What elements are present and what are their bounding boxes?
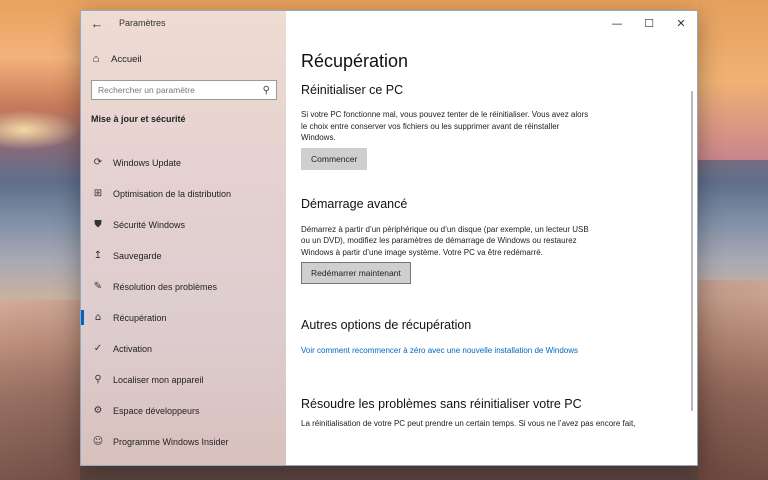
sidebar-nav: ⟳ Windows Update ⊞ Optimisation de la di…: [81, 147, 286, 457]
back-arrow-icon: ←: [90, 16, 104, 31]
minimize-icon: —: [611, 17, 623, 30]
window-controls: — ☐ ✕: [601, 11, 697, 37]
sidebar-section-heading: Mise à jour et sécurité: [91, 114, 186, 124]
advanced-startup-section: Démarrage avancé Démarrez à partir d’un …: [301, 196, 675, 284]
title-bar: ← Paramètres — ☐ ✕: [81, 11, 697, 37]
search-input[interactable]: [98, 85, 263, 95]
sidebar-item-windows-security[interactable]: ⛊ Sécurité Windows: [81, 209, 286, 240]
sidebar-item-label: Localiser mon appareil: [113, 374, 204, 385]
sidebar-home-link[interactable]: ⌂ Accueil: [89, 53, 142, 65]
desktop-background-sky: [698, 0, 768, 160]
troubleshoot-description: La réinitialisation de votre PC peut pre…: [301, 418, 636, 428]
sidebar: ⌂ Accueil ⚲ Mise à jour et sécurité ⟳ Wi…: [81, 11, 286, 465]
desktop-background-ice-right: [698, 280, 768, 480]
maximize-icon: ☐: [644, 17, 654, 30]
close-icon: ✕: [676, 17, 686, 30]
sidebar-item-label: Sauvegarde: [113, 250, 162, 261]
desktop-background-sun: [0, 110, 80, 150]
reset-section: Réinitialiser ce PC Si votre PC fonction…: [301, 83, 675, 170]
troubleshoot-section: Résoudre les problèmes sans réinitialise…: [301, 397, 675, 430]
sidebar-item-label: Espace développeurs: [113, 405, 200, 416]
search-icon[interactable]: ⚲: [263, 85, 270, 96]
sidebar-item-label: Activation: [113, 343, 153, 354]
sidebar-item-label: Windows Update: [113, 157, 182, 168]
recovery-icon: ⌂: [94, 312, 102, 323]
sidebar-item-find-my-device[interactable]: ⚲ Localiser mon appareil: [81, 364, 286, 395]
shield-icon: ⛊: [94, 219, 102, 230]
sidebar-item-label: Optimisation de la distribution: [113, 188, 232, 199]
sidebar-item-label: Programme Windows Insider: [113, 436, 229, 447]
settings-window: ⌂ Accueil ⚲ Mise à jour et sécurité ⟳ Wi…: [80, 10, 698, 466]
page-title: Récupération: [301, 51, 409, 71]
advanced-startup-heading: Démarrage avancé: [301, 196, 408, 211]
main-content: Récupération Réinitialiser ce PC Si votr…: [286, 37, 697, 465]
home-icon: ⌂: [92, 53, 100, 65]
wrench-icon: ✎: [93, 281, 103, 292]
sidebar-item-windows-update[interactable]: ⟳ Windows Update: [81, 147, 286, 178]
start-button[interactable]: Commencer: [301, 147, 368, 170]
delivery-icon: ⊞: [93, 188, 103, 199]
sidebar-item-label: Sécurité Windows: [113, 219, 186, 230]
insider-icon: ☺: [92, 436, 104, 447]
desktop-background-ice-left: [0, 300, 80, 480]
content-scrollbar[interactable]: [691, 91, 693, 411]
reset-heading: Réinitialiser ce PC: [301, 83, 404, 97]
sidebar-item-label: Récupération: [113, 312, 167, 323]
back-button[interactable]: ←: [87, 15, 107, 33]
restart-now-button[interactable]: Redémarrer maintenant: [301, 262, 411, 284]
home-label: Accueil: [111, 53, 142, 65]
sidebar-item-backup[interactable]: ↥ Sauvegarde: [81, 240, 286, 271]
maximize-button[interactable]: ☐: [633, 11, 665, 37]
reset-description: Si votre PC fonctionne mal, vous pouvez …: [301, 110, 589, 142]
sidebar-item-delivery-optimization[interactable]: ⊞ Optimisation de la distribution: [81, 178, 286, 209]
other-options-section: Autres options de récupération Voir comm…: [301, 318, 675, 357]
sidebar-item-activation[interactable]: ✓ Activation: [81, 333, 286, 364]
developer-tools-icon: ⚙: [93, 405, 103, 416]
sidebar-item-troubleshoot[interactable]: ✎ Résolution des problèmes: [81, 271, 286, 302]
troubleshoot-heading: Résoudre les problèmes sans réinitialise…: [301, 396, 582, 411]
check-circle-icon: ✓: [93, 343, 103, 354]
search-box[interactable]: ⚲: [91, 80, 277, 100]
locate-icon: ⚲: [94, 374, 102, 385]
advanced-startup-description: Démarrez à partir d’un périphérique ou d…: [301, 224, 589, 257]
sidebar-item-label: Résolution des problèmes: [113, 281, 218, 292]
sidebar-item-insider-program[interactable]: ☺ Programme Windows Insider: [81, 426, 286, 457]
refresh-icon: ⟳: [93, 157, 103, 168]
other-options-heading: Autres options de récupération: [301, 318, 472, 332]
app-title: Paramètres: [119, 18, 166, 28]
upload-icon: ↥: [93, 250, 103, 261]
sidebar-item-developers[interactable]: ⚙ Espace développeurs: [81, 395, 286, 426]
sidebar-item-recovery[interactable]: ⌂ Récupération: [81, 302, 286, 333]
minimize-button[interactable]: —: [601, 11, 633, 37]
fresh-start-link[interactable]: Voir comment recommencer à zéro avec une…: [301, 345, 591, 357]
close-button[interactable]: ✕: [665, 11, 697, 37]
